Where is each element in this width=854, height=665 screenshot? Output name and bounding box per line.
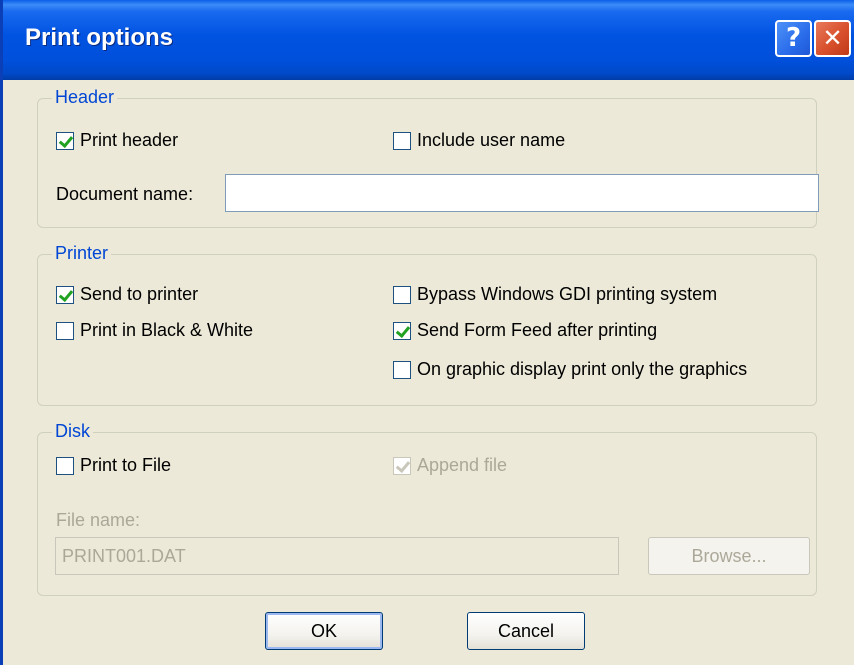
- checkbox-box: [393, 131, 411, 150]
- cancel-button[interactable]: Cancel: [467, 612, 585, 650]
- print-to-file-checkbox[interactable]: Print to File: [56, 455, 171, 476]
- print-header-checkbox[interactable]: Print header: [56, 130, 178, 151]
- document-name-field[interactable]: [225, 174, 819, 212]
- ok-button[interactable]: OK: [265, 612, 383, 650]
- checkbox-box: [56, 456, 74, 475]
- append-file-checkbox[interactable]: Append file: [393, 455, 507, 476]
- close-button[interactable]: ✕: [814, 20, 851, 57]
- file-name-label: File name:: [56, 510, 141, 530]
- append-file-label: Append file: [417, 455, 508, 475]
- print-options-dialog: Print options ? ✕ Header Print header In…: [0, 0, 854, 665]
- checkmark-icon: [56, 285, 74, 304]
- printer-group-legend: Printer: [52, 243, 112, 264]
- title-bar[interactable]: Print options ? ✕: [3, 0, 854, 80]
- include-user-name-label: Include user name: [417, 130, 566, 150]
- close-icon: ✕: [822, 24, 843, 52]
- header-group-legend: Header: [52, 87, 118, 108]
- dialog-title: Print options: [25, 24, 173, 51]
- help-icon: ?: [785, 23, 802, 53]
- include-user-name-checkbox[interactable]: Include user name: [393, 130, 565, 151]
- form-feed-checkbox[interactable]: Send Form Feed after printing: [393, 320, 657, 341]
- send-to-printer-label: Send to printer: [80, 284, 199, 304]
- graphics-only-label: On graphic display print only the graphi…: [417, 359, 748, 379]
- checkbox-box: [393, 285, 411, 304]
- checkbox-box: [393, 360, 411, 379]
- bypass-gdi-checkbox[interactable]: Bypass Windows GDI printing system: [393, 284, 717, 305]
- graphics-only-checkbox[interactable]: On graphic display print only the graphi…: [393, 359, 747, 380]
- document-name-label: Document name:: [56, 184, 194, 204]
- print-to-file-label: Print to File: [80, 455, 172, 475]
- checkmark-icon: [393, 456, 411, 475]
- checkbox-box: [56, 321, 74, 340]
- help-button[interactable]: ?: [775, 20, 812, 57]
- form-feed-label: Send Form Feed after printing: [417, 320, 658, 340]
- disk-group-legend: Disk: [52, 421, 93, 442]
- bypass-gdi-label: Bypass Windows GDI printing system: [417, 284, 718, 304]
- print-header-label: Print header: [80, 130, 179, 150]
- browse-button[interactable]: Browse...: [648, 537, 810, 575]
- black-white-label: Print in Black & White: [80, 320, 254, 340]
- send-to-printer-checkbox[interactable]: Send to printer: [56, 284, 198, 305]
- file-name-field[interactable]: PRINT001.DAT: [55, 537, 619, 575]
- checkmark-icon: [393, 321, 411, 340]
- black-white-checkbox[interactable]: Print in Black & White: [56, 320, 253, 341]
- checkmark-icon: [56, 131, 74, 150]
